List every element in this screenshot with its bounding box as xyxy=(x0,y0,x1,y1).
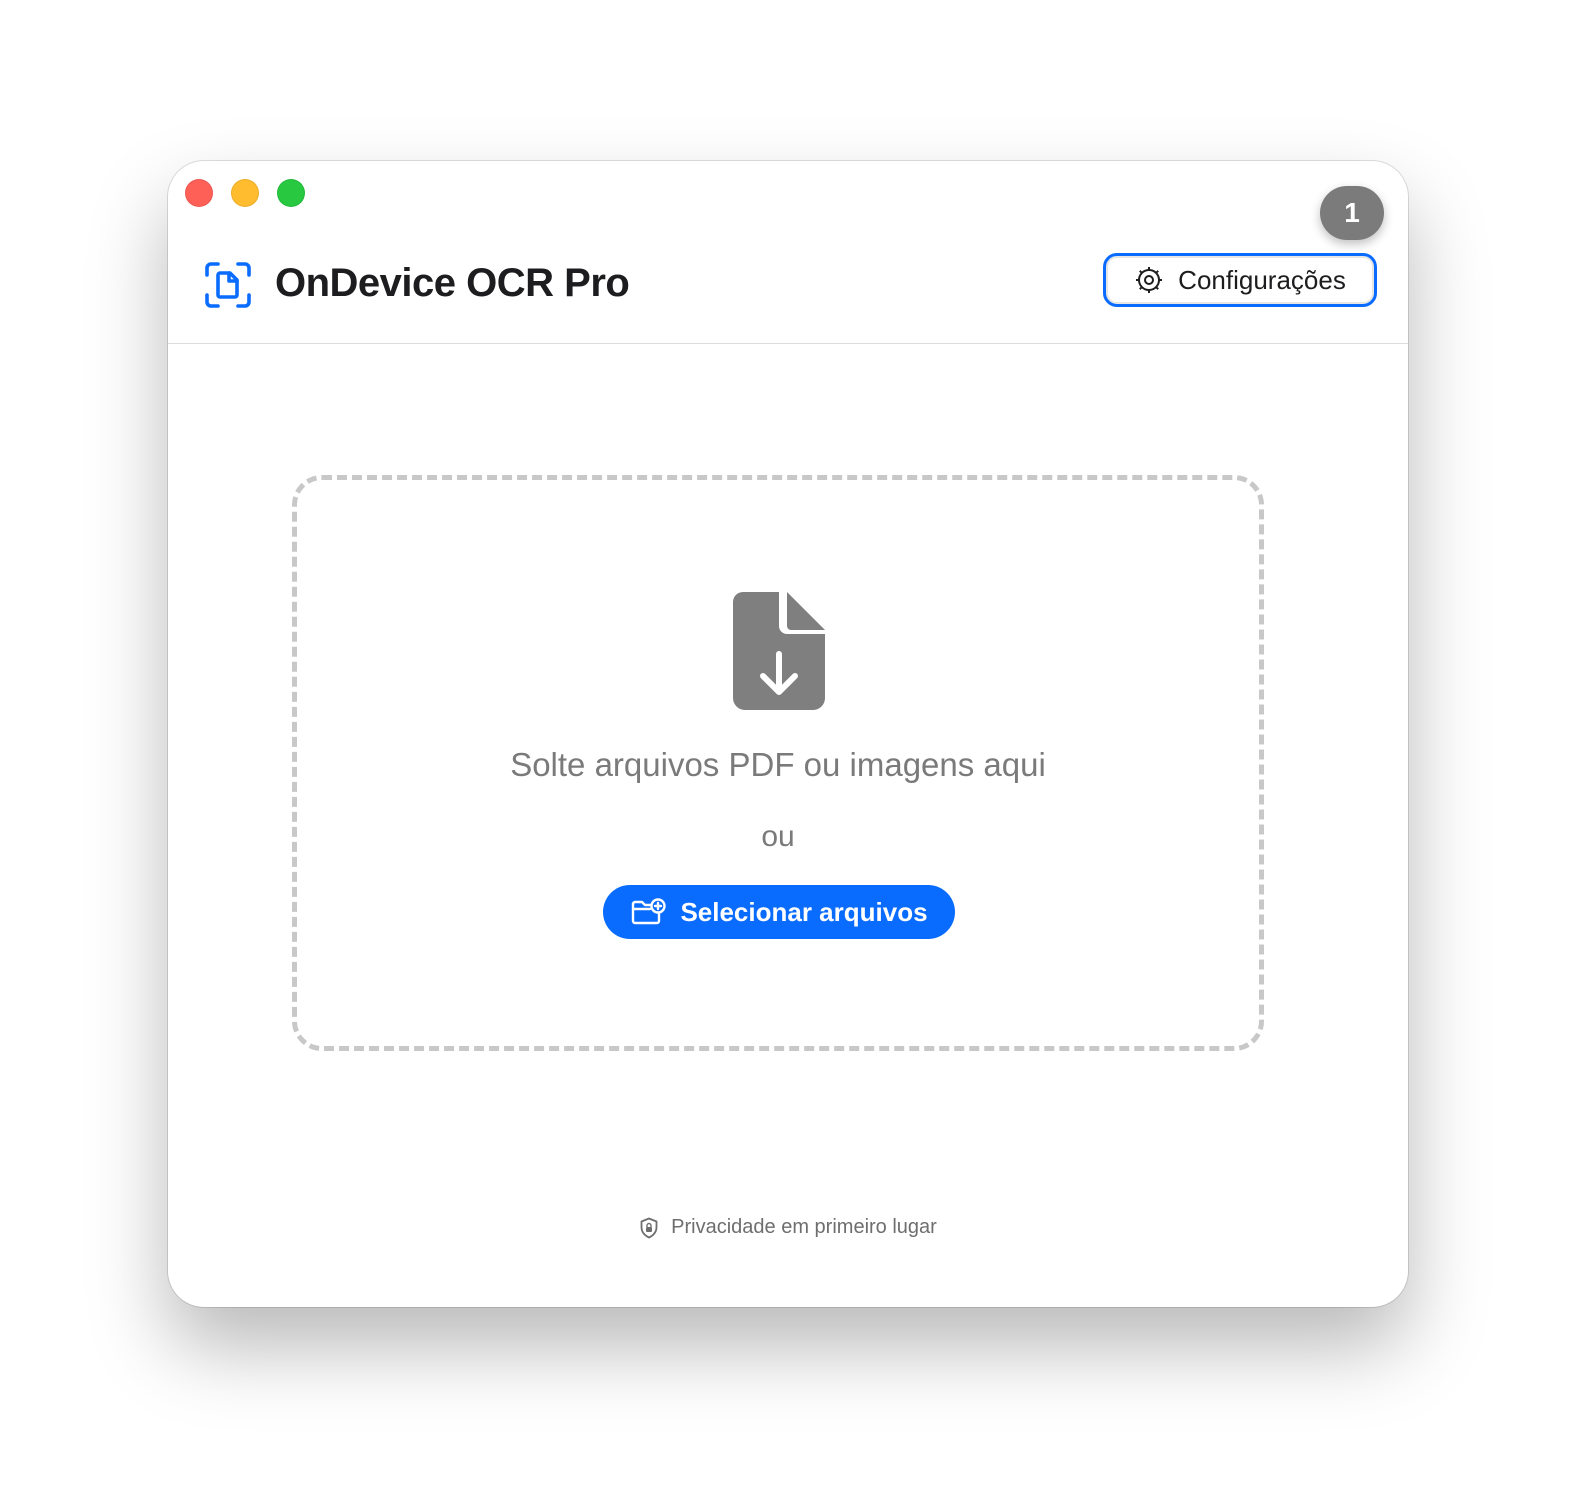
select-files-button[interactable]: Selecionar arquivos xyxy=(603,885,955,939)
app-title: OnDevice OCR Pro xyxy=(275,261,630,305)
notification-badge: 1 xyxy=(1320,186,1384,240)
privacy-text: Privacidade em primeiro lugar xyxy=(671,1216,937,1238)
select-files-label: Selecionar arquivos xyxy=(680,896,928,927)
minimize-window-button[interactable] xyxy=(231,179,259,207)
document-download-icon xyxy=(733,592,825,710)
gear-icon xyxy=(1136,267,1163,293)
shield-lock-icon xyxy=(640,1217,658,1238)
settings-label: Configurações xyxy=(1178,264,1346,295)
app-window: 1 OnDevice OCR Pro Configurações Solte a… xyxy=(168,161,1408,1307)
document-scan-icon xyxy=(205,262,251,308)
file-drop-zone[interactable]: Solte arquivos PDF ou imagens aqui ou Se… xyxy=(292,475,1264,1051)
app-header: OnDevice OCR Pro Configurações xyxy=(168,241,1408,344)
settings-button[interactable]: Configurações xyxy=(1103,253,1377,307)
maximize-window-button[interactable] xyxy=(277,179,305,207)
drop-instructions: Solte arquivos PDF ou imagens aqui xyxy=(510,746,1046,783)
folder-add-icon xyxy=(632,898,667,925)
window-controls xyxy=(185,179,305,207)
or-separator: ou xyxy=(761,820,795,853)
privacy-footer: Privacidade em primeiro lugar xyxy=(168,1216,1408,1239)
close-window-button[interactable] xyxy=(185,179,213,207)
